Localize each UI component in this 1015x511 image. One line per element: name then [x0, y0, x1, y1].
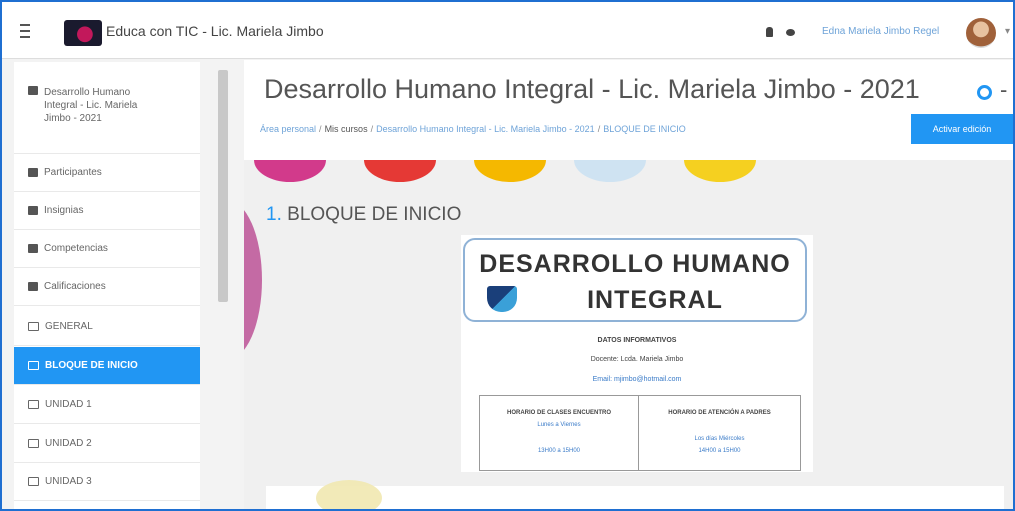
- banner-decoration: [474, 160, 546, 182]
- drawer-item-label: BLOQUE DE INICIO: [45, 360, 138, 371]
- drawer-scrollbar[interactable]: [218, 70, 228, 302]
- drawer-item-competencias[interactable]: Competencias: [14, 230, 200, 268]
- drawer-item-label: Calificaciones: [44, 281, 106, 292]
- page-header: Desarrollo Humano Integral - Lic. Mariel…: [244, 60, 1013, 160]
- drawer-item-course[interactable]: Desarrollo Humano Integral - Lic. Mariel…: [14, 62, 200, 154]
- drawer-item-unidad-1[interactable]: UNIDAD 1: [14, 386, 200, 424]
- activity-card[interactable]: [266, 480, 1004, 509]
- users-icon: [28, 168, 38, 177]
- edit-mode-button[interactable]: Activar edición: [911, 114, 1013, 144]
- schedule-cell-padres: HORARIO DE ATENCIÓN A PADRES Los días Mi…: [668, 410, 771, 454]
- gear-icon[interactable]: [977, 85, 992, 100]
- drawer-item-participantes[interactable]: Participantes: [14, 154, 200, 192]
- drawer-item-unidad-2[interactable]: UNIDAD 2: [14, 425, 200, 463]
- folder-icon: [28, 322, 39, 331]
- drawer-item-label: UNIDAD 2: [45, 438, 92, 449]
- poster-email: Email: mjimbo@hotmail.com: [592, 376, 682, 383]
- section-title: 1. BLOQUE DE INICIO: [266, 204, 462, 225]
- app-window: Educa con TIC - Lic. Mariela Jimbo Edna …: [0, 0, 1015, 511]
- user-name[interactable]: Edna Mariela Jimbo Regel: [822, 26, 939, 37]
- table-icon: [28, 282, 38, 291]
- notifications-icon[interactable]: [766, 27, 773, 37]
- checkbox-icon: [28, 244, 38, 253]
- drawer-item-unidad-3[interactable]: UNIDAD 3: [14, 463, 200, 501]
- drawer-item-calificaciones[interactable]: Calificaciones: [14, 268, 200, 306]
- drawer-item-label: Desarrollo Humano Integral - Lic. Mariel…: [44, 87, 138, 124]
- breadcrumb-item[interactable]: BLOQUE DE INICIO: [603, 124, 686, 134]
- folder-icon: [28, 439, 39, 448]
- menu-toggle-icon[interactable]: [16, 24, 34, 40]
- poster-info-title: DATOS INFORMATIVOS: [597, 337, 677, 344]
- top-navbar: Educa con TIC - Lic. Mariela Jimbo Edna …: [2, 2, 1013, 59]
- banner-decoration: [574, 160, 646, 182]
- messages-icon[interactable]: [786, 29, 795, 36]
- side-decoration: [244, 200, 262, 360]
- breadcrumb-item[interactable]: Desarrollo Humano Integral - Lic. Mariel…: [376, 124, 595, 134]
- drawer-item-label: GENERAL: [45, 321, 93, 332]
- poster-schedule-table: HORARIO DE CLASES ENCUENTRO Lunes a Vier…: [479, 395, 801, 471]
- breadcrumb-item[interactable]: Área personal: [260, 124, 316, 134]
- site-name[interactable]: Educa con TIC - Lic. Mariela Jimbo: [106, 23, 324, 39]
- drawer-item-insignias[interactable]: Insignias: [14, 192, 200, 230]
- poster-title-box: DESARROLLO HUMANO INTEGRAL: [463, 238, 807, 322]
- course-poster-image: DESARROLLO HUMANO INTEGRAL DATOS INFORMA…: [461, 235, 813, 472]
- poster-title-line1: DESARROLLO HUMANO: [479, 250, 791, 278]
- breadcrumb-item[interactable]: Mis cursos: [325, 124, 368, 134]
- folder-icon: [28, 361, 39, 370]
- course-content: 1. BLOQUE DE INICIO DESARROLLO HUMANO IN…: [244, 160, 1013, 509]
- folder-icon: [28, 400, 39, 409]
- folder-icon: [28, 477, 39, 486]
- drawer-item-label: Insignias: [44, 205, 84, 216]
- drawer-item-label: UNIDAD 3: [45, 476, 92, 487]
- page-title: Desarrollo Humano Integral - Lic. Mariel…: [264, 74, 920, 104]
- drawer-item-label: Participantes: [44, 167, 102, 178]
- poster-docente: Docente: Lcda. Mariela Jimbo: [590, 356, 684, 363]
- schedule-cell-clases: HORARIO DE CLASES ENCUENTRO Lunes a Vier…: [480, 396, 639, 470]
- banner-decoration: [684, 160, 756, 182]
- nav-drawer: Desarrollo Humano Integral - Lic. Mariel…: [14, 62, 200, 509]
- banner-decoration: [364, 160, 436, 182]
- poster-title-line2: INTEGRAL: [587, 286, 723, 314]
- shield-icon: [28, 206, 38, 215]
- banner-decoration: [254, 160, 326, 182]
- breadcrumb: Área personal / Mis cursos / Desarrollo Huma…: [260, 124, 686, 134]
- graduation-cap-icon: [28, 86, 38, 95]
- drawer-item-label: UNIDAD 1: [45, 399, 92, 410]
- site-logo[interactable]: [64, 20, 102, 46]
- user-menu-caret-icon[interactable]: ▾: [1005, 26, 1010, 37]
- drawer-item-bloque-de-inicio[interactable]: BLOQUE DE INICIO: [14, 347, 200, 385]
- avatar[interactable]: [966, 18, 996, 48]
- chevron-down-icon[interactable]: -: [1000, 77, 1007, 103]
- drawer-item-label: Competencias: [44, 243, 108, 254]
- drawer-item-general[interactable]: GENERAL: [14, 308, 200, 346]
- activity-image: [316, 480, 382, 509]
